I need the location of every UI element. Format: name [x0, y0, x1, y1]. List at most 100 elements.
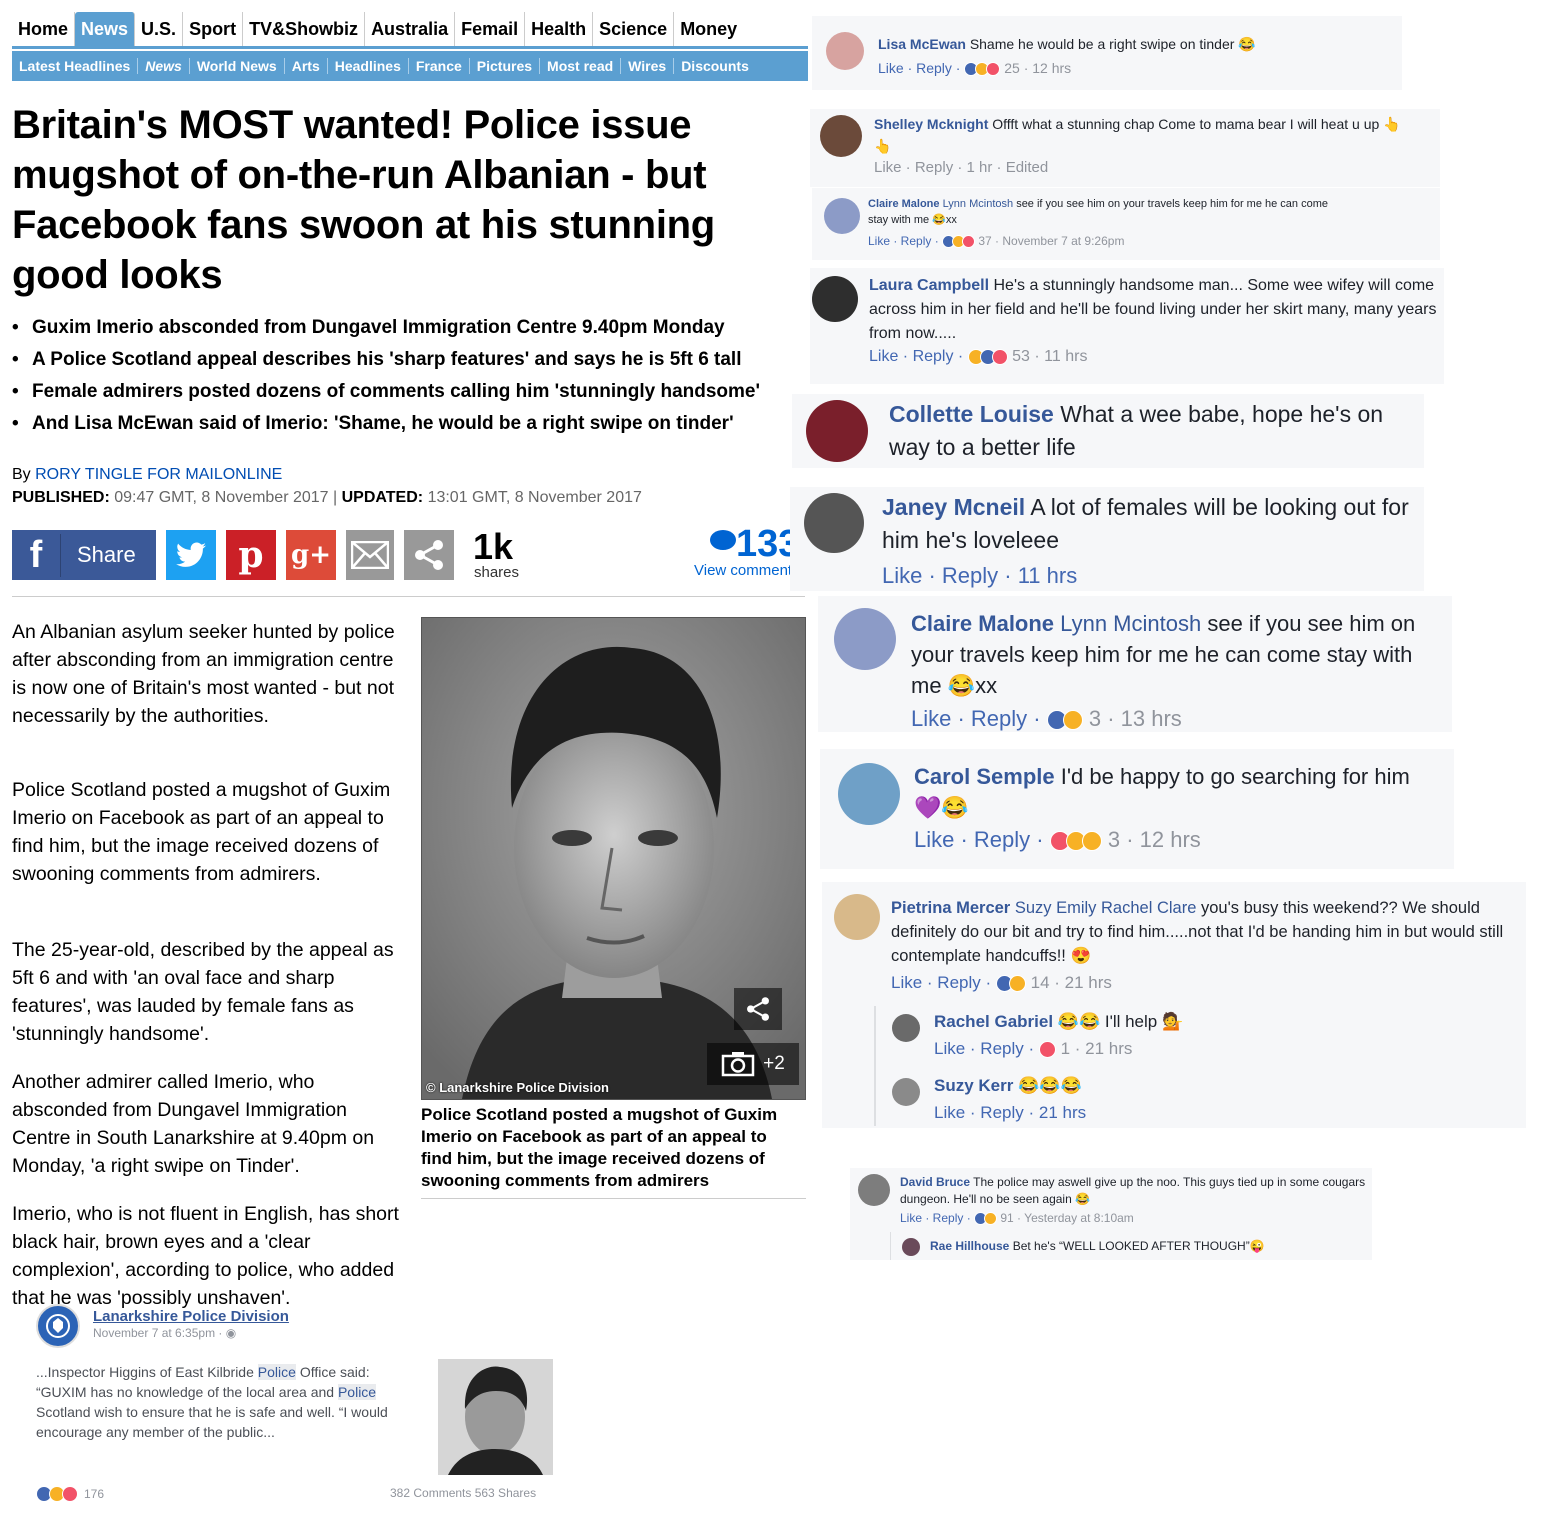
avatar[interactable] — [892, 1014, 920, 1042]
nav-us[interactable]: U.S. — [135, 12, 184, 46]
commenter-name[interactable]: Laura Campbell — [869, 277, 989, 294]
subnav-arts[interactable]: Arts — [285, 58, 328, 74]
avatar[interactable] — [820, 115, 862, 157]
comment-actions[interactable]: Like · Reply · 21 hrs — [934, 1103, 1086, 1123]
nav-tvshowbiz[interactable]: TV&Showbiz — [243, 12, 366, 46]
tagged-user-link[interactable]: Suzy Emily Rachel Clare — [1015, 899, 1197, 917]
subnav-most-read[interactable]: Most read — [540, 58, 622, 74]
like-reply-links[interactable]: Like · Reply · — [878, 60, 960, 76]
nav-science[interactable]: Science — [593, 12, 675, 46]
post-reactions[interactable]: 176 — [36, 1486, 104, 1502]
commenter-name[interactable]: Janey Mcneil — [882, 494, 1025, 520]
avatar[interactable] — [806, 400, 868, 462]
comment-actions[interactable]: Like · Reply · 53 · 11 hrs — [869, 348, 1087, 366]
police-hashtag[interactable]: Police — [257, 1364, 296, 1380]
crest-icon — [46, 1314, 70, 1338]
page-name-link[interactable]: Lanarkshire Police Division — [93, 1308, 289, 1325]
twitter-share-button[interactable] — [166, 530, 216, 580]
avatar[interactable] — [824, 198, 860, 234]
avatar[interactable] — [858, 1174, 890, 1206]
avatar[interactable] — [834, 608, 896, 670]
commenter-name[interactable]: Claire Malone — [911, 611, 1054, 636]
subnav-wires[interactable]: Wires — [621, 58, 675, 74]
avatar[interactable] — [834, 894, 880, 940]
publish-dates: PUBLISHED: 09:47 GMT, 8 November 2017 | … — [12, 489, 642, 506]
subnav-latest-headlines[interactable]: Latest Headlines — [12, 58, 139, 74]
avatar[interactable] — [826, 32, 864, 70]
commenter-name[interactable]: Rae Hillhouse — [930, 1239, 1009, 1253]
nav-money[interactable]: Money — [674, 12, 743, 46]
comment-body: David Bruce The police may aswell give u… — [900, 1174, 1368, 1208]
commenter-name[interactable]: Lisa McEwan — [878, 36, 966, 52]
comment-actions[interactable]: Like · Reply · 3 · 13 hrs — [911, 706, 1182, 732]
like-reply-links[interactable]: Like · Reply · — [900, 1211, 971, 1225]
gallery-button[interactable]: +2 — [707, 1043, 799, 1085]
tagged-user-link[interactable]: Lynn Mcintosh — [943, 198, 1014, 210]
subnav-pictures[interactable]: Pictures — [470, 58, 541, 74]
comment-actions[interactable]: Like · Reply · 11 hrs — [882, 563, 1077, 589]
nav-femail[interactable]: Femail — [455, 12, 526, 46]
author-link[interactable]: RORY TINGLE FOR MAILONLINE — [35, 466, 282, 483]
avatar[interactable] — [804, 493, 864, 553]
comment-actions[interactable]: Like · Reply · 37 · November 7 at 9:26pm — [868, 234, 1124, 249]
post-time: November 7 at 6:35pm — [93, 1326, 216, 1340]
commenter-name[interactable]: Shelley Mcknight — [874, 116, 988, 132]
nav-sport[interactable]: Sport — [183, 12, 244, 46]
email-share-button[interactable] — [346, 530, 394, 580]
subnav-world-news[interactable]: World News — [190, 58, 285, 74]
avatar[interactable] — [892, 1078, 920, 1106]
post-text: ...Inspector Higgins of East Kilbride Po… — [36, 1362, 434, 1442]
nav-news[interactable]: News — [75, 12, 136, 46]
commenter-name[interactable]: Collette Louise — [889, 401, 1054, 427]
police-crest-avatar[interactable] — [36, 1304, 80, 1348]
avatar[interactable] — [838, 763, 900, 825]
like-reply-links[interactable]: Like · Reply · — [934, 1039, 1034, 1058]
subnav-news[interactable]: News — [138, 58, 190, 74]
facebook-comment-thread: Pietrina Mercer Suzy Emily Rachel Clare … — [822, 882, 1526, 1128]
avatar[interactable] — [812, 276, 858, 322]
facebook-share-button[interactable]: f Share — [12, 530, 156, 580]
subnav-france[interactable]: France — [409, 58, 470, 74]
comment-actions[interactable]: Like · Reply · 3 · 12 hrs — [914, 827, 1201, 853]
commenter-name[interactable]: Pietrina Mercer — [891, 899, 1010, 917]
comment-text: The police may aswell give up the noo. T… — [900, 1175, 1366, 1206]
post-thumbnail[interactable] — [438, 1359, 553, 1475]
pinterest-share-button[interactable]: p — [226, 530, 276, 580]
comment-meta: 53 · 11 hrs — [1012, 348, 1088, 365]
commenter-name[interactable]: Suzy Kerr — [934, 1076, 1013, 1095]
wow-reaction-icon — [1081, 831, 1102, 852]
like-reply-links[interactable]: Like · Reply · — [914, 827, 1044, 852]
like-reply-links[interactable]: Like · Reply · — [911, 706, 1041, 731]
more-share-button[interactable] — [404, 530, 454, 580]
comment-actions[interactable]: Like · Reply · 14 · 21 hrs — [891, 973, 1112, 993]
image-share-button[interactable] — [734, 988, 782, 1030]
commenter-name[interactable]: Carol Semple — [914, 764, 1055, 789]
googleplus-share-button[interactable]: g+ — [286, 530, 336, 580]
comment-actions[interactable]: Like · Reply · 1 · 21 hrs — [934, 1039, 1132, 1059]
avatar[interactable] — [902, 1238, 920, 1256]
like-reply-links[interactable]: Like · Reply · — [869, 348, 963, 365]
nav-australia[interactable]: Australia — [365, 12, 456, 46]
nav-home[interactable]: Home — [12, 12, 76, 46]
view-comments-link[interactable]: View comments — [694, 562, 790, 579]
comment-actions[interactable]: Like · Reply · 25 · 12 hrs — [878, 60, 1071, 77]
commenter-name[interactable]: David Bruce — [900, 1175, 970, 1189]
comment-text: Shame he would be a right swipe on tinde… — [969, 36, 1256, 52]
reply-thread-line — [874, 1006, 876, 1126]
commenter-name[interactable]: Rachel Gabriel — [934, 1012, 1053, 1031]
comment-actions[interactable]: Like · Reply · 91 · Yesterday at 8:10am — [900, 1211, 1134, 1226]
mugshot-image[interactable]: +2 © Lanarkshire Police Division — [421, 617, 806, 1100]
like-reply-links[interactable]: Like · Reply · — [891, 973, 991, 992]
police-hashtag[interactable]: Police — [337, 1384, 377, 1400]
comment-actions[interactable]: Like · Reply · 1 hr · Edited — [874, 159, 1048, 176]
post-stats[interactable]: 382 Comments 563 Shares — [390, 1486, 536, 1500]
tagged-user-link[interactable]: Lynn Mcintosh — [1060, 611, 1201, 636]
comment-meta: 91 · Yesterday at 8:10am — [1000, 1211, 1134, 1225]
commenter-name[interactable]: Claire Malone — [868, 198, 940, 210]
subnav-headlines[interactable]: Headlines — [328, 58, 409, 74]
like-reply-links[interactable]: Like · Reply · — [868, 234, 939, 248]
nav-health[interactable]: Health — [525, 12, 594, 46]
subnav-discounts[interactable]: Discounts — [674, 58, 756, 74]
facebook-post-embed: Lanarkshire Police Division November 7 a… — [34, 1302, 554, 1512]
camera-icon — [721, 1052, 755, 1077]
